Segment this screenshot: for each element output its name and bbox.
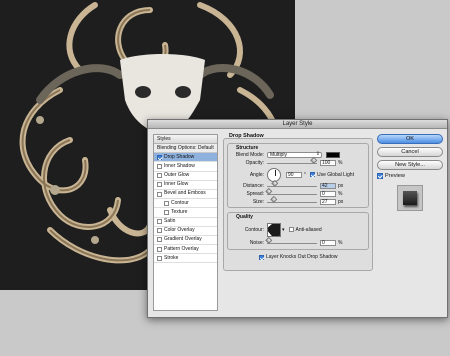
contour-row: Contour: ▾ Anti-aliased [234, 222, 322, 237]
size-input[interactable]: 27 [320, 199, 336, 205]
blend-mode-label: Blend Mode: [235, 152, 264, 158]
style-checkbox[interactable] [157, 173, 162, 179]
new-style-button[interactable]: New Style... [377, 160, 443, 170]
style-checkbox[interactable] [157, 191, 162, 197]
size-label: Size: [252, 199, 264, 205]
global-light-label: Use Global Light [317, 171, 354, 178]
styles-list: Styles Blending Options: Default Drop Sh… [153, 134, 218, 311]
anti-aliased-label: Anti-aliased [295, 226, 322, 233]
style-checkbox[interactable] [157, 163, 162, 169]
anti-aliased-checkbox[interactable] [288, 227, 294, 232]
contour-picker[interactable] [267, 222, 281, 237]
drop-shadow-title: Drop Shadow [229, 133, 264, 139]
noise-row: Noise: 0 % [234, 236, 343, 247]
angle-label: Angle: [249, 171, 264, 178]
spread-input[interactable]: 0 [320, 191, 336, 197]
style-checkbox[interactable] [157, 219, 162, 225]
style-checkbox[interactable] [157, 154, 162, 160]
angle-input[interactable]: 90 [286, 171, 302, 178]
cancel-button[interactable]: Cancel [377, 147, 443, 157]
drop-shadow-group: Drop Shadow Structure Blend Mode: Multip… [223, 133, 373, 271]
distance-slider[interactable] [267, 179, 317, 189]
preview-label: Preview [385, 173, 405, 179]
blend-mode-row: Blend Mode: Multiply [234, 151, 340, 159]
opacity-unit: % [338, 160, 343, 166]
style-item-label: Drop Shadow [164, 153, 195, 160]
style-item-label: Inner Shadow [164, 162, 195, 169]
button-column: OK Cancel New Style... Preview [377, 134, 443, 211]
style-item-label: Inner Glow [164, 181, 189, 188]
size-slider[interactable] [267, 195, 317, 205]
style-item-label: Gradient Overlay [164, 236, 202, 243]
style-checkbox[interactable] [164, 200, 169, 206]
quality-title: Quality [236, 214, 253, 220]
knockout-label: Layer Knocks Out Drop Shadow [266, 254, 338, 260]
noise-slider[interactable] [265, 236, 317, 246]
opacity-row: Opacity: 100 % [234, 156, 343, 167]
style-item-label: Outer Glow [164, 172, 190, 179]
noise-label: Noise: [249, 240, 264, 246]
angle-unit: ° [304, 171, 306, 178]
contour-dropdown-icon[interactable]: ▾ [282, 227, 285, 233]
style-checkbox[interactable] [157, 182, 162, 188]
noise-input[interactable]: 0 [320, 240, 336, 246]
style-item[interactable]: Stroke [154, 254, 217, 264]
distance-row: Distance: 42 px [234, 179, 344, 190]
structure-group: Structure Blend Mode: Multiply Opacity: … [227, 143, 369, 208]
style-item-label: Stroke [164, 254, 179, 261]
knockout-checkbox[interactable] [259, 254, 264, 260]
preview-checkbox[interactable] [377, 173, 383, 179]
global-light-checkbox[interactable] [310, 172, 315, 177]
style-item-label: Texture [171, 208, 188, 215]
shadow-color-swatch[interactable] [326, 152, 340, 158]
layer-style-dialog: Layer Style Styles Blending Options: Def… [147, 119, 448, 318]
size-row: Size: 27 px [234, 195, 344, 206]
quality-group: Quality Contour: ▾ Anti-aliased Noise: 0… [227, 212, 369, 250]
opacity-label: Opacity: [245, 160, 264, 166]
style-item-label: Pattern Overlay [164, 245, 199, 252]
contour-label: Contour: [244, 226, 264, 233]
style-checkbox[interactable] [164, 209, 169, 215]
style-checkbox[interactable] [157, 255, 162, 261]
knockout-row: Layer Knocks Out Drop Shadow [259, 253, 337, 261]
distance-input[interactable]: 42 [320, 183, 336, 189]
style-item-label: Bevel and Emboss [164, 190, 206, 197]
spread-row: Spread: 0 % [234, 187, 343, 198]
style-item-label: Satin [164, 218, 176, 224]
distance-label: Distance: [243, 183, 264, 189]
distance-unit: px [338, 183, 344, 189]
ok-button[interactable]: OK [377, 134, 443, 144]
noise-unit: % [338, 240, 343, 246]
style-checkbox[interactable] [157, 228, 162, 234]
style-checkbox[interactable] [157, 237, 162, 243]
style-item-label: Contour [171, 199, 189, 206]
preview-thumbnail [397, 185, 423, 211]
opacity-slider[interactable] [267, 156, 318, 166]
dialog-title: Layer Style [148, 120, 447, 129]
drop-shadow-panel: Drop Shadow Structure Blend Mode: Multip… [223, 133, 373, 271]
size-unit: px [338, 199, 344, 205]
spread-label: Spread: [246, 191, 264, 197]
spread-unit: % [338, 191, 343, 197]
angle-row: Angle: 90 ° Use Global Light [234, 167, 354, 182]
style-checkbox[interactable] [157, 246, 162, 252]
style-item-label: Color Overlay [164, 227, 195, 234]
preview-row: Preview [377, 173, 443, 179]
opacity-input[interactable]: 100 [320, 160, 336, 166]
